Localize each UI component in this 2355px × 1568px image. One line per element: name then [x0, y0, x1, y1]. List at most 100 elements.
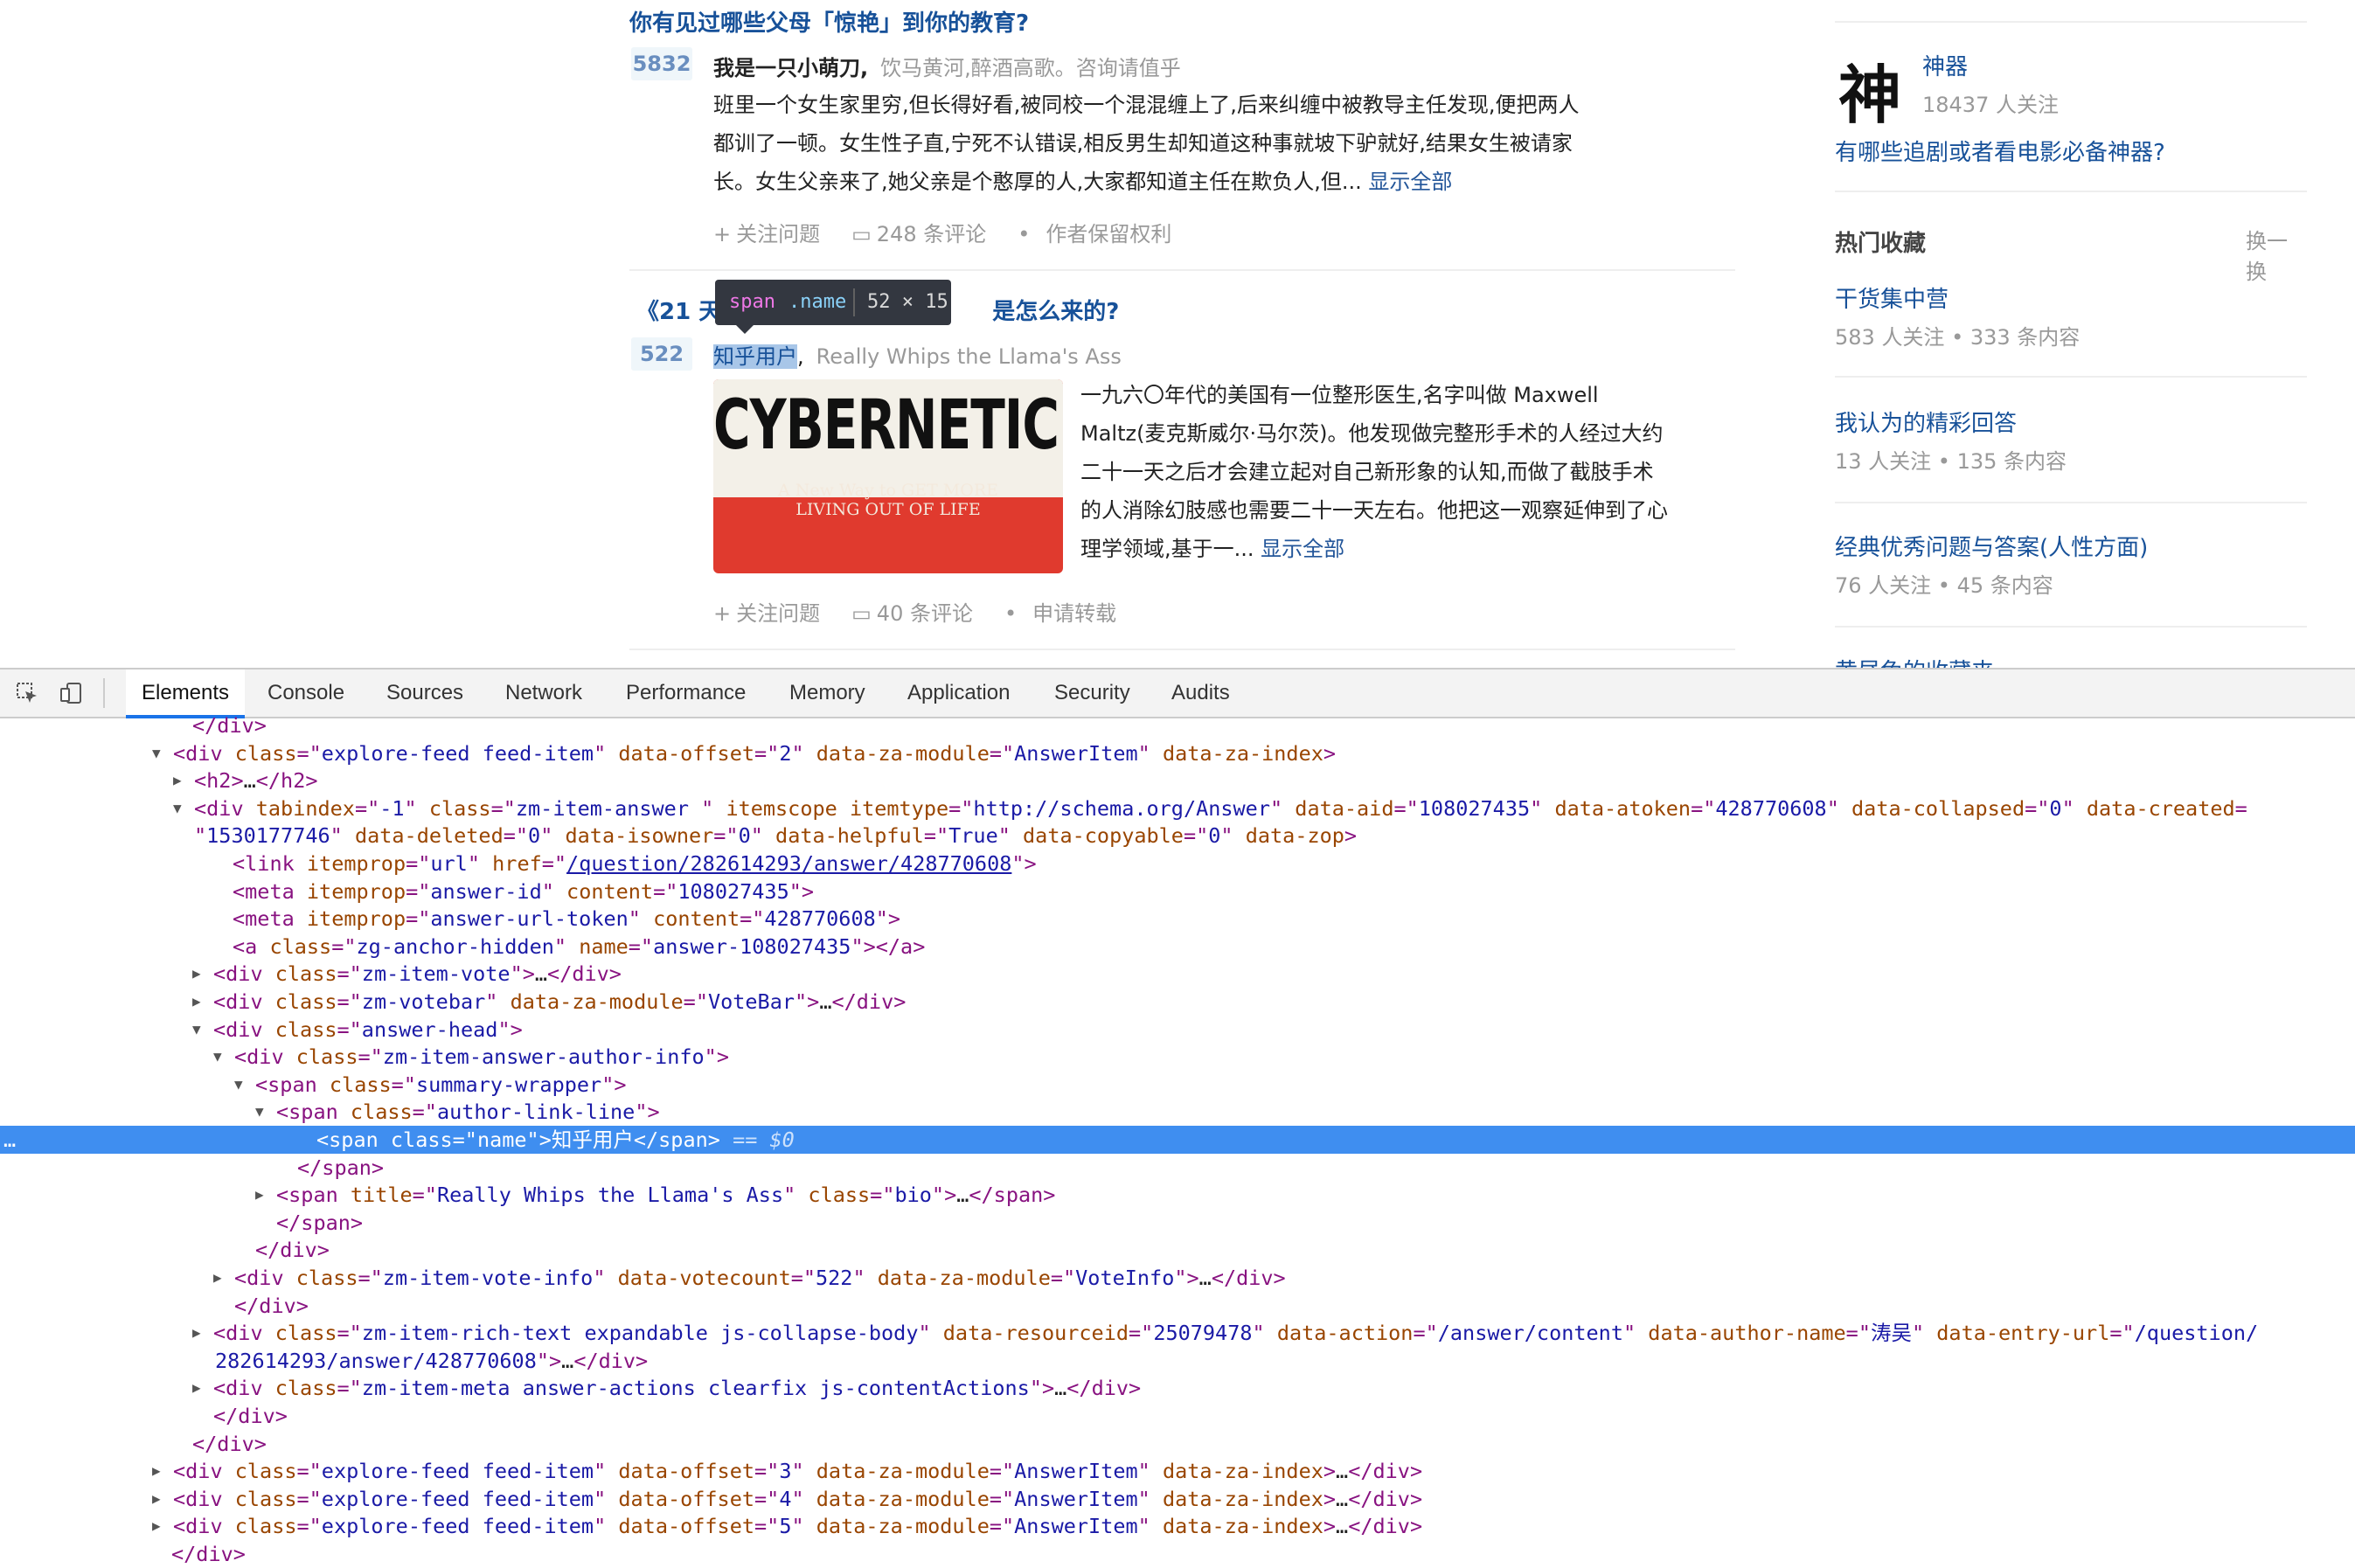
topic-avatar[interactable]: 神 [1838, 44, 1901, 135]
vote-count-1[interactable]: 5832 [631, 47, 692, 80]
inspect-tooltip: span .name 52 × 15 [715, 280, 951, 334]
tooltip-class: .name [788, 291, 847, 313]
feed-divider [629, 269, 1735, 271]
dom-tree[interactable]: </div> ▼ <div class="explore-feed feed-ite… [0, 713, 2355, 1566]
dom-node-line[interactable]: <meta itemprop="answer-id" content="1080… [0, 878, 2355, 905]
dom-node-line[interactable]: ▶ <div class="zm-item-vote">…</div> [0, 960, 2355, 988]
expand-arrow-icon: ▶ [152, 1462, 161, 1480]
dom-node-line[interactable]: ▼ <span class="author-link-line"> [0, 1098, 2355, 1126]
excerpt-line: 理学领域,基于一... 显示全部 [1080, 537, 1345, 561]
dom-node-line[interactable]: </span> [0, 1154, 2355, 1182]
collection-link[interactable]: 干货集中营 [1835, 281, 1949, 314]
book-cover-subtitle: A New Way to GET MORE LIVING OUT OF LIFE [778, 481, 998, 519]
author-line-2: 知乎用户, Really Whips the Llama's Ass [713, 344, 1122, 369]
dom-node-line[interactable]: </div> [0, 1236, 2355, 1264]
tab-console[interactable]: Console [267, 670, 344, 717]
tab-audits[interactable]: Audits [1171, 670, 1230, 717]
author-line-1: 我是一只小萌刀, 饮马黄河,醉酒高歌。咨询请值乎 [713, 51, 1181, 81]
dom-node-line[interactable]: </div> [0, 711, 2355, 739]
vote-count-2[interactable]: 522 [631, 337, 692, 371]
dom-node-line[interactable]: </span> [0, 1209, 2355, 1237]
dom-node-line[interactable]: ▼ <div class="explore-feed feed-item" dat… [0, 739, 2355, 767]
tooltip-arrow [736, 325, 754, 334]
collection-link[interactable]: 黄昼兔的收藏夹 [1835, 654, 1994, 668]
tab-performance[interactable]: Performance [626, 670, 746, 717]
tab-sources[interactable]: Sources [386, 670, 463, 717]
inspect-element-icon[interactable] [16, 682, 38, 704]
dom-node-line[interactable]: ▶ <div class="zm-item-meta answer-actions… [0, 1374, 2355, 1402]
dom-node-line[interactable]: ▶ <div class="zm-item-rich-text expandabl… [0, 1319, 2355, 1347]
tab-network[interactable]: Network [505, 670, 582, 717]
plus-icon: + [713, 601, 732, 626]
dom-node-line[interactable]: ▶ <div class="zm-item-vote-info" data-vot… [0, 1264, 2355, 1292]
dom-node-line[interactable]: ▼ <div tabindex="-1" class="zm-item-answe… [0, 794, 2355, 822]
topic-name-link[interactable]: 神器 [1922, 49, 1968, 81]
dom-node-line[interactable]: ▶ <span title="Really Whips the Llama's A… [0, 1181, 2355, 1209]
webpage-viewport: 你有见过哪些父母「惊艳」到你的教育? 5832 我是一只小萌刀, 饮马黄河,醉酒高… [0, 0, 2355, 668]
book-cover-title: CYBERNETICS [713, 385, 1063, 465]
author-name-1[interactable]: 我是一只小萌刀, [713, 56, 868, 80]
question-title-1[interactable]: 你有见过哪些父母「惊艳」到你的教育? [629, 5, 1029, 38]
expand-arrow-icon: ▶ [173, 772, 182, 789]
feed-divider [629, 649, 1735, 650]
collection-stats: 583 人关注 • 333 条内容 [1835, 325, 2081, 350]
expand-arrow-icon: ▼ [213, 1048, 222, 1065]
tooltip-separator [853, 288, 855, 316]
dom-node-line[interactable]: 282614293/answer/428770608">…</div> [0, 1347, 2355, 1375]
dom-node-line[interactable]: </div> [0, 1402, 2355, 1430]
follow-question-button-1[interactable]: + 关注问题 [713, 222, 836, 246]
follow-question-button-2[interactable]: + 关注问题 [713, 601, 836, 626]
expand-arrow-icon: ▼ [192, 1020, 201, 1037]
collection-stats: 13 人关注 • 135 条内容 [1835, 449, 2067, 474]
dom-node-line[interactable]: ▼ <span class="summary-wrapper"> [0, 1071, 2355, 1099]
dom-node-line[interactable]: <a class="zg-anchor-hidden" name="answer… [0, 933, 2355, 961]
comments-button-1[interactable]: ▭ 248 条评论 [851, 222, 1002, 246]
dom-node-line[interactable]: ▼ <div class="answer-head"> [0, 1016, 2355, 1044]
show-all-link-1[interactable]: 显示全部 [1368, 170, 1452, 194]
answer-excerpt-2: 一九六〇年代的美国有一位整形医生,名字叫做 Maxwell Maltz(麦克斯威… [1080, 376, 1745, 568]
show-all-link-2[interactable]: 显示全部 [1261, 537, 1344, 561]
hot-collections-title: 热门收藏 [1835, 231, 1927, 257]
excerpt-line: 都训了一顿。女生性子直,宁死不认错误,相反男生却知道这种事就坡下驴就好,结果女生… [713, 131, 1573, 156]
sidebar-divider [1835, 502, 2307, 503]
dom-node-line[interactable]: </div> [0, 1430, 2355, 1458]
author-name-2[interactable]: 知乎用户 [713, 344, 797, 369]
dom-node-line[interactable]: "1530177746" data-deleted="0" data-isown… [0, 822, 2355, 850]
collection-link[interactable]: 我认为的精彩回答 [1835, 406, 2017, 438]
dom-node-line[interactable]: <link itemprop="url" href="/question/282… [0, 850, 2355, 878]
expand-arrow-icon: ▶ [213, 1269, 222, 1286]
tab-security[interactable]: Security [1054, 670, 1130, 717]
answer-actions-1: + 关注问题 ▭ 248 条评论 • 作者保留权利 [713, 217, 1187, 247]
dom-node-line[interactable]: ▶ <div class="explore-feed feed-item" dat… [0, 1485, 2355, 1513]
excerpt-line: 长。女生父亲来了,她父亲是个憨厚的人,大家都知道主任在欺负人,但... 显示全部 [713, 170, 1453, 194]
topic-question-link[interactable]: 有哪些追剧或者看电影必备神器? [1835, 135, 2165, 167]
sidebar-divider [1835, 21, 2307, 23]
author-bio-1: 饮马黄河,醉酒高歌。咨询请值乎 [880, 56, 1181, 80]
dom-node-line[interactable]: </div> [0, 1540, 2355, 1568]
dom-node-line[interactable]: ▶ <h2>…</h2> [0, 767, 2355, 794]
refresh-button[interactable]: 换一换 [2246, 224, 2307, 285]
dom-node-line[interactable]: ▼ <div class="zm-item-answer-author-info"… [0, 1043, 2355, 1071]
tab-memory[interactable]: Memory [789, 670, 865, 717]
collection-link[interactable]: 经典优秀问题与答案(人性方面) [1835, 530, 2148, 562]
copyright-note-1[interactable]: 作者保留权利 [1046, 222, 1171, 246]
answer-excerpt-1: 班里一个女生家里穷,但长得好看,被同校一个混混缠上了,后来纠缠中被教导主任发现,… [713, 86, 1745, 201]
dot-separator: • [1004, 601, 1018, 626]
dom-node-line[interactable]: ▶ <div class="explore-feed feed-item" dat… [0, 1457, 2355, 1485]
expand-arrow-icon: ▶ [152, 1517, 161, 1535]
sidebar-divider [1835, 191, 2307, 192]
dom-node-line[interactable]: </div> [0, 1292, 2355, 1320]
dom-node-selected[interactable]: … <span class="name">知乎用户</span> == $0 [0, 1126, 2355, 1154]
reprint-request-2[interactable]: 申请转载 [1032, 601, 1116, 626]
dom-node-line[interactable]: ▶ <div class="zm-votebar" data-za-module=… [0, 988, 2355, 1016]
comments-button-2[interactable]: ▭ 40 条评论 [851, 601, 989, 626]
dom-node-line[interactable]: <meta itemprop="answer-url-token" conten… [0, 905, 2355, 933]
answer-thumbnail[interactable]: CYBERNETICS A New Way to GET MORE LIVING… [713, 379, 1063, 573]
excerpt-line: 的人消除幻肢感也需要二十一天左右。他把这一观察延伸到了心 [1080, 498, 1668, 523]
dom-node-line[interactable]: ▶ <div class="explore-feed feed-item" dat… [0, 1512, 2355, 1540]
sidebar-divider [1835, 626, 2307, 628]
device-toolbar-icon[interactable] [59, 682, 82, 704]
excerpt-line: 班里一个女生家里穷,但长得好看,被同校一个混混缠上了,后来纠缠中被教导主任发现,… [713, 93, 1580, 117]
expand-arrow-icon: ▶ [192, 993, 201, 1009]
tab-application[interactable]: Application [907, 670, 1010, 717]
